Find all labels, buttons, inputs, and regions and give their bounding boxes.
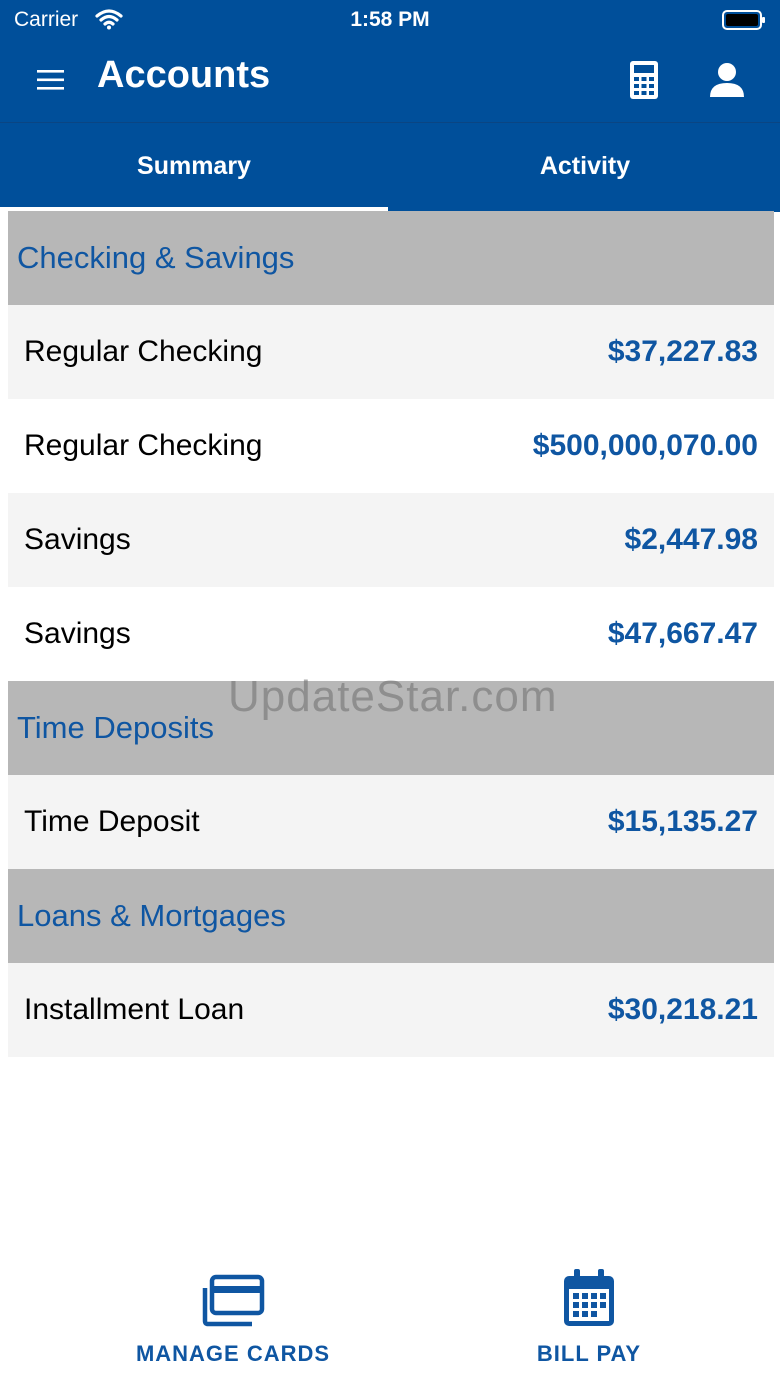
clock: 1:58 PM	[350, 8, 430, 31]
account-row[interactable]: Savings $2,447.98	[8, 493, 774, 587]
page-title: Accounts	[97, 54, 271, 96]
tab-activity[interactable]: Activity	[390, 123, 780, 212]
credit-cards-icon	[38, 1250, 428, 1333]
account-name: Time Deposit	[24, 805, 200, 838]
section-header-loans-mortgages: Loans & Mortgages	[8, 869, 774, 963]
accounts-list: Checking & Savings Regular Checking $37,…	[8, 211, 774, 1057]
status-bar: Carrier 1:58 PM	[0, 0, 780, 40]
tab-summary-label: Summary	[137, 152, 251, 180]
tab-activity-label: Activity	[539, 152, 631, 180]
battery-icon	[722, 10, 766, 35]
manage-cards-button[interactable]: MANAGE CARDS	[38, 1250, 428, 1387]
account-balance: $500,000,070.00	[532, 429, 758, 462]
account-name: Regular Checking	[24, 335, 263, 368]
bill-pay-label: BILL PAY	[536, 1341, 642, 1366]
account-name: Savings	[24, 523, 131, 556]
calculator-icon[interactable]	[628, 60, 660, 105]
user-profile-icon[interactable]	[708, 62, 746, 103]
app-header: Accounts	[0, 40, 780, 122]
bill-pay-button[interactable]: BILL PAY	[394, 1250, 780, 1387]
hamburger-menu-icon[interactable]	[36, 67, 66, 93]
account-balance: $15,135.27	[607, 805, 758, 838]
bottom-navigation: MANAGE CARDS BILL PAY	[0, 1250, 780, 1387]
calendar-icon	[394, 1250, 780, 1333]
tab-summary[interactable]: Summary	[0, 123, 388, 212]
manage-cards-label: MANAGE CARDS	[135, 1341, 331, 1366]
account-balance: $47,667.47	[607, 617, 758, 650]
account-name: Installment Loan	[24, 993, 245, 1026]
account-row[interactable]: Savings $47,667.47	[8, 587, 774, 681]
tab-bar: Summary Activity	[0, 122, 780, 212]
watermark: UpdateStar.com	[228, 672, 558, 721]
account-row[interactable]: Regular Checking $500,000,070.00	[8, 399, 774, 493]
account-row[interactable]: Regular Checking $37,227.83	[8, 305, 774, 399]
account-row[interactable]: Time Deposit $15,135.27	[8, 775, 774, 869]
account-balance: $37,227.83	[607, 335, 758, 368]
account-row[interactable]: Installment Loan $30,218.21	[8, 963, 774, 1057]
account-balance: $2,447.98	[624, 523, 758, 556]
account-balance: $30,218.21	[607, 993, 758, 1026]
account-name: Regular Checking	[24, 429, 263, 462]
account-name: Savings	[24, 617, 131, 650]
section-header-checking-savings: Checking & Savings	[8, 211, 774, 305]
